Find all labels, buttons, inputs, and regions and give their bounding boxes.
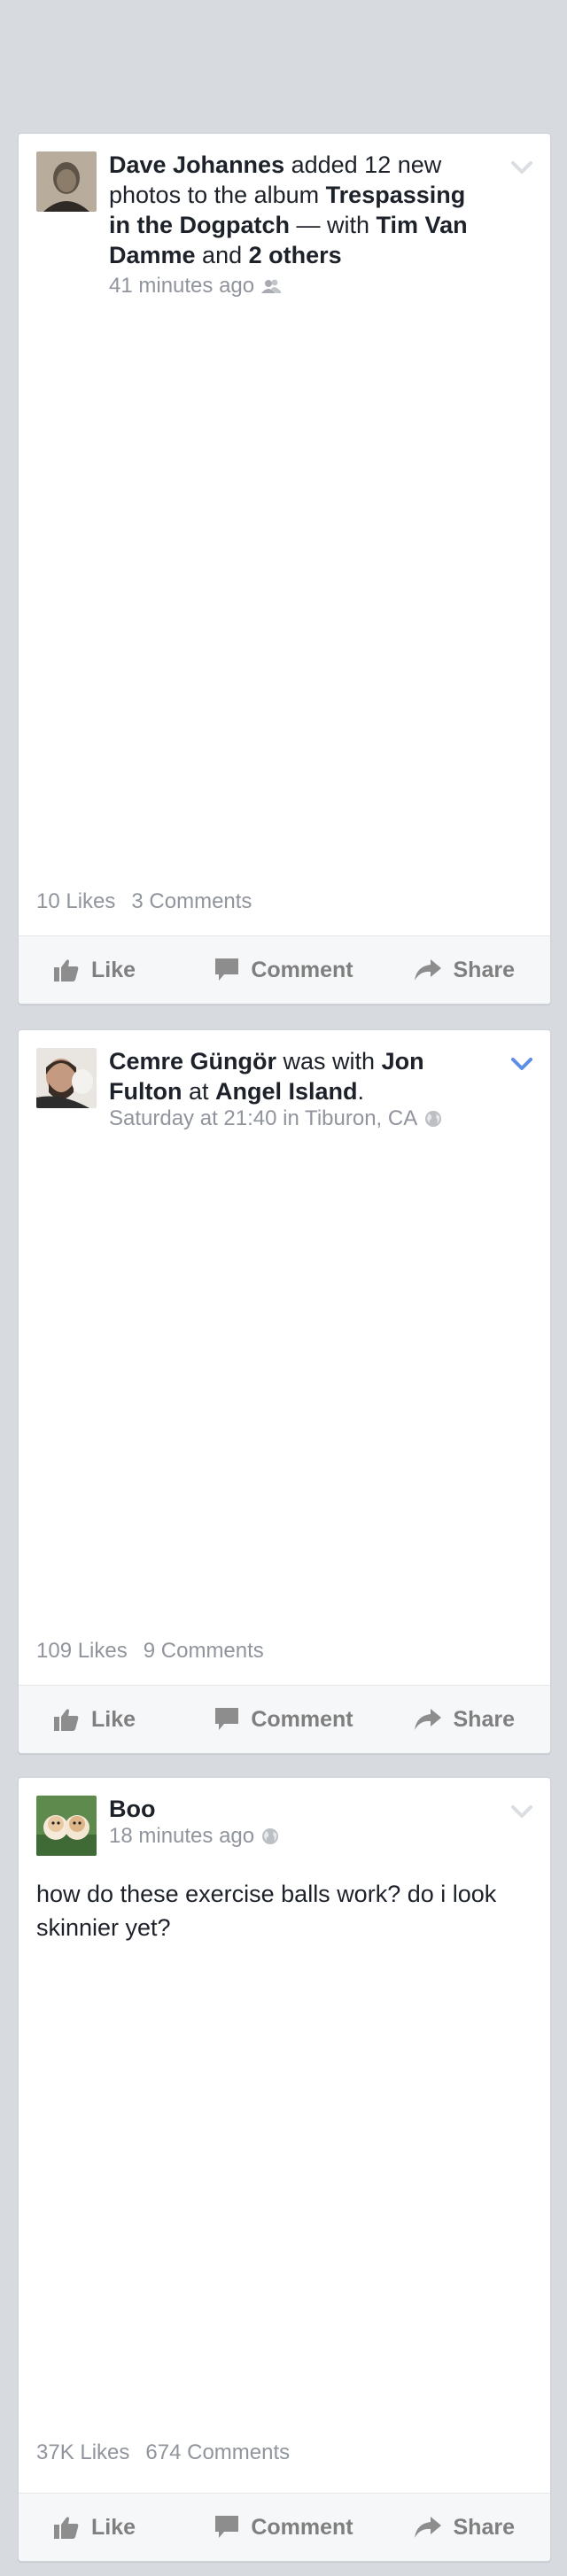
share-label: Share	[453, 2514, 515, 2540]
share-button[interactable]: Share	[361, 2515, 550, 2541]
like-button[interactable]: Like	[19, 958, 207, 983]
comments-count[interactable]: 9 Comments	[144, 1639, 264, 1663]
comment-icon	[215, 958, 239, 981]
like-label: Like	[91, 1706, 136, 1732]
globe-icon	[425, 1111, 442, 1127]
share-label: Share	[453, 1706, 515, 1732]
likes-count[interactable]: 37K Likes	[36, 2440, 129, 2464]
feed: { "colors": { "background": "#d7dadf", "…	[0, 0, 567, 2576]
post-headline: Boo	[109, 1794, 490, 1824]
post-actions: Like Comment Share	[19, 935, 550, 1004]
comment-icon	[215, 2516, 239, 2538]
share-button[interactable]: Share	[361, 1707, 550, 1733]
comment-label: Comment	[251, 2514, 353, 2540]
feed-post: Cemre Güngör was with Jon Fulton at Ange…	[18, 1029, 551, 1754]
like-button[interactable]: Like	[19, 1707, 207, 1733]
comment-icon	[215, 1708, 239, 1730]
headline-text: at	[182, 1078, 215, 1105]
share-arrow-icon	[414, 959, 441, 981]
comments-count[interactable]: 3 Comments	[131, 889, 252, 913]
post-counts: 109 Likes 9 Comments	[36, 1639, 264, 1664]
place-link[interactable]: Angel Island	[215, 1078, 358, 1105]
post-counts: 10 Likes 3 Comments	[36, 889, 252, 914]
post-timestamp[interactable]: 18 minutes ago	[109, 1824, 254, 1849]
comments-count[interactable]: 674 Comments	[145, 2440, 290, 2464]
post-counts: 37K Likes 674 Comments	[36, 2440, 290, 2465]
feed-post: Dave Johannes added 12 new photos to the…	[18, 133, 551, 1005]
chevron-down-icon[interactable]	[511, 160, 532, 175]
comment-button[interactable]: Comment	[207, 2515, 361, 2541]
post-body: how do these exercise balls work? do i l…	[36, 1881, 497, 1941]
globe-icon	[262, 1828, 279, 1844]
author-name[interactable]: Boo	[109, 1796, 155, 1822]
like-label: Like	[91, 2514, 136, 2540]
headline-text: .	[357, 1078, 365, 1105]
comment-button[interactable]: Comment	[207, 958, 361, 983]
share-arrow-icon	[414, 2517, 441, 2538]
post-meta: Saturday at 21:40 in Tiburon, CA	[109, 1106, 442, 1131]
post-timestamp[interactable]: 41 minutes ago	[109, 274, 254, 299]
like-label: Like	[91, 957, 136, 982]
headline-text: — with	[290, 212, 377, 238]
share-label: Share	[453, 957, 515, 982]
feed-post: Boo 18 minutes ago how do these exercise…	[18, 1777, 551, 2562]
author-name[interactable]: Dave Johannes	[109, 151, 284, 178]
headline-text: was with	[276, 1048, 382, 1075]
author-name[interactable]: Cemre Güngör	[109, 1048, 276, 1075]
friends-icon	[261, 279, 282, 293]
chevron-down-icon[interactable]	[511, 1057, 532, 1071]
post-headline: Dave Johannes added 12 new photos to the…	[109, 150, 490, 270]
post-actions: Like Comment Share	[19, 1685, 550, 1753]
likes-count[interactable]: 10 Likes	[36, 889, 115, 913]
comment-button[interactable]: Comment	[207, 1707, 361, 1733]
comment-label: Comment	[251, 1706, 353, 1732]
avatar[interactable]	[36, 151, 97, 212]
thumbs-up-icon	[54, 2517, 79, 2539]
post-meta: 41 minutes ago	[109, 274, 282, 299]
post-meta: 18 minutes ago	[109, 1824, 279, 1849]
thumbs-up-icon	[54, 1709, 79, 1731]
avatar[interactable]	[36, 1796, 97, 1856]
avatar[interactable]	[36, 1048, 97, 1108]
like-button[interactable]: Like	[19, 2515, 207, 2541]
comment-label: Comment	[251, 957, 353, 982]
share-arrow-icon	[414, 1709, 441, 1730]
chevron-down-icon[interactable]	[511, 1804, 532, 1819]
thumbs-up-icon	[54, 959, 79, 982]
tagged-others[interactable]: 2 others	[249, 242, 342, 268]
share-button[interactable]: Share	[361, 958, 550, 983]
headline-text: and	[195, 242, 249, 268]
post-actions: Like Comment Share	[19, 2493, 550, 2561]
post-timestamp[interactable]: Saturday at 21:40 in Tiburon, CA	[109, 1106, 417, 1131]
likes-count[interactable]: 109 Likes	[36, 1639, 128, 1663]
post-headline: Cemre Güngör was with Jon Fulton at Ange…	[109, 1046, 490, 1106]
